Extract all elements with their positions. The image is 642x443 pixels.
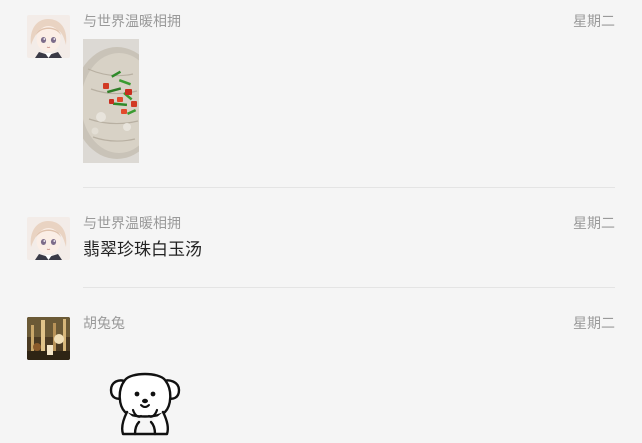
photo-avatar[interactable] xyxy=(27,317,70,360)
message-item[interactable]: 与世界温暖相拥 星期二 翡翠珍珠白玉汤 xyxy=(0,188,642,288)
anime-girl-avatar[interactable] xyxy=(27,15,70,58)
message-time: 星期二 xyxy=(573,216,615,232)
message-text[interactable]: 翡翠珍珠白玉汤 xyxy=(83,239,202,261)
message-item[interactable]: 胡兔兔 星期二 xyxy=(0,288,642,443)
anime-girl-avatar[interactable] xyxy=(27,217,70,260)
sender-name: 与世界温暖相拥 xyxy=(83,216,181,232)
food-photo[interactable] xyxy=(83,39,139,163)
message-item[interactable]: 与世界温暖相拥 星期二 xyxy=(0,0,642,188)
puppy-sticker[interactable] xyxy=(105,368,185,438)
sender-name: 与世界温暖相拥 xyxy=(83,14,181,30)
message-feed: 与世界温暖相拥 星期二 与世界温暖相拥 星期二 翡翠珍珠白玉汤 胡兔兔 星期二 xyxy=(0,0,642,443)
message-time: 星期二 xyxy=(573,14,615,30)
sender-name: 胡兔兔 xyxy=(83,316,125,332)
message-time: 星期二 xyxy=(573,316,615,332)
